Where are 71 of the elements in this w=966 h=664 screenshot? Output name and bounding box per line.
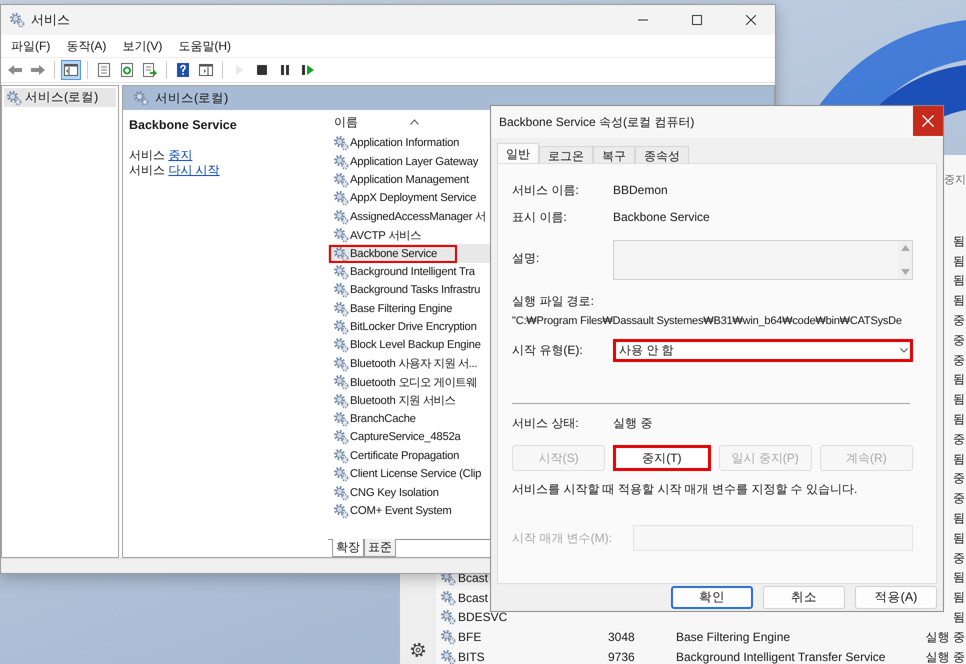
field-label: 시작 매개 변수(M): <box>512 530 613 546</box>
field-label: 시작 유형(E): <box>512 342 584 359</box>
service-name: Application Layer Gateway <box>350 156 478 168</box>
field-label: 서비스 이름: <box>512 182 580 198</box>
service-name: CaptureService_4852a <box>350 431 461 444</box>
hint-text: 서비스를 시작할 때 적용할 시작 매개 변수를 지정할 수 있습니다. <box>512 481 858 498</box>
service-title: Backbone Service <box>129 118 238 132</box>
status-cell: 중 <box>953 550 966 567</box>
service-name: Backbone Service <box>350 248 438 260</box>
status-cell: 됨 <box>953 292 966 310</box>
service-name: Bluetooth 지원 서비스 <box>350 394 456 408</box>
status-cell: 됨 <box>953 589 966 606</box>
action-text: 서비스 다시 시작 <box>129 163 221 178</box>
status-cell: 됨 <box>953 391 966 408</box>
service-name: BitLocker Drive Encryption <box>350 321 477 334</box>
pid-cell: 9736 <box>608 650 635 664</box>
field-label: 실행 파일 경로: <box>512 293 596 310</box>
field-value: Backbone Service <box>613 210 710 224</box>
status-cell: 됨 <box>953 371 966 388</box>
status-cell: 중 <box>953 312 966 329</box>
service-name: Client License Service (Clip <box>350 468 482 480</box>
window-title: 서비스 <box>31 11 70 29</box>
field-label: 서비스 상태: <box>512 414 580 432</box>
status-cell: 됨 <box>953 252 966 270</box>
status-cell: 됨 <box>953 530 966 547</box>
service-name: BDESVC <box>458 610 508 624</box>
status-cell: 됨 <box>953 272 966 290</box>
status-cell: 됨 <box>953 410 966 428</box>
service-name: BranchCache <box>350 413 416 426</box>
toolbar-text: 중지 <box>944 173 966 187</box>
pid-cell: 3048 <box>608 630 635 644</box>
status-cell: 중 <box>953 332 966 349</box>
description-cell: Background Intelligent Transfer Service <box>676 650 886 664</box>
description-cell: Base Filtering Engine <box>676 630 790 644</box>
field-value: 실행 중 <box>613 414 652 432</box>
status-cell: 중 <box>953 490 966 508</box>
dialog-title: Backbone Service 속성(로컬 컴퓨터) <box>499 114 694 130</box>
status-cell: 중 <box>953 352 966 369</box>
status-cell: 됨 <box>953 569 966 586</box>
service-name: CNG Key Isolation <box>350 486 439 499</box>
pane-title: 서비스(로컬) <box>155 90 228 106</box>
service-name: Background Intelligent Tra <box>350 266 475 278</box>
service-name: Bluetooth 오디오 게이트웨 <box>350 376 477 390</box>
service-name: AppX Deployment Service <box>350 192 476 204</box>
status-cell: 됨 <box>953 608 966 626</box>
service-name: BITS <box>458 650 485 664</box>
service-name: Bcast <box>458 590 488 605</box>
service-name: AssignedAccessManager 서 <box>350 210 486 224</box>
service-name: COM+ Event System <box>350 505 452 517</box>
service-name: Application Information <box>350 137 460 150</box>
service-name: Block Level Backup Engine <box>350 339 481 352</box>
status-cell: 됨 <box>953 450 966 468</box>
service-name: Bluetooth 사용자 지원 서... <box>350 357 478 372</box>
service-name: Certificate Propagation <box>350 450 460 462</box>
field-label: 설명: <box>512 250 540 267</box>
service-name: Application Management <box>350 174 469 186</box>
status-cell: 실행 중 <box>926 648 966 664</box>
service-name: Base Filtering Engine <box>350 302 452 315</box>
status-cell: 중 <box>953 430 966 448</box>
service-name: Background Tasks Infrastru <box>350 284 480 296</box>
path-value: "C:₩Program Files₩Dassault Systemes₩B31₩win_b64₩code₩bin₩CATSysDe <box>512 315 902 327</box>
field-value: BBDemon <box>613 183 668 197</box>
service-name: AVCTP 서비스 <box>350 228 421 243</box>
status-cell: 실행 중 <box>926 628 966 646</box>
action-text: 서비스 중지 <box>129 148 194 163</box>
field-label: 표시 이름: <box>512 208 568 226</box>
status-cell: 중 <box>953 470 966 488</box>
status-cell: 됨 <box>953 232 966 250</box>
status-cell: 됨 <box>953 510 966 527</box>
service-name: Bcast <box>458 570 488 585</box>
service-name: BFE <box>458 630 482 644</box>
